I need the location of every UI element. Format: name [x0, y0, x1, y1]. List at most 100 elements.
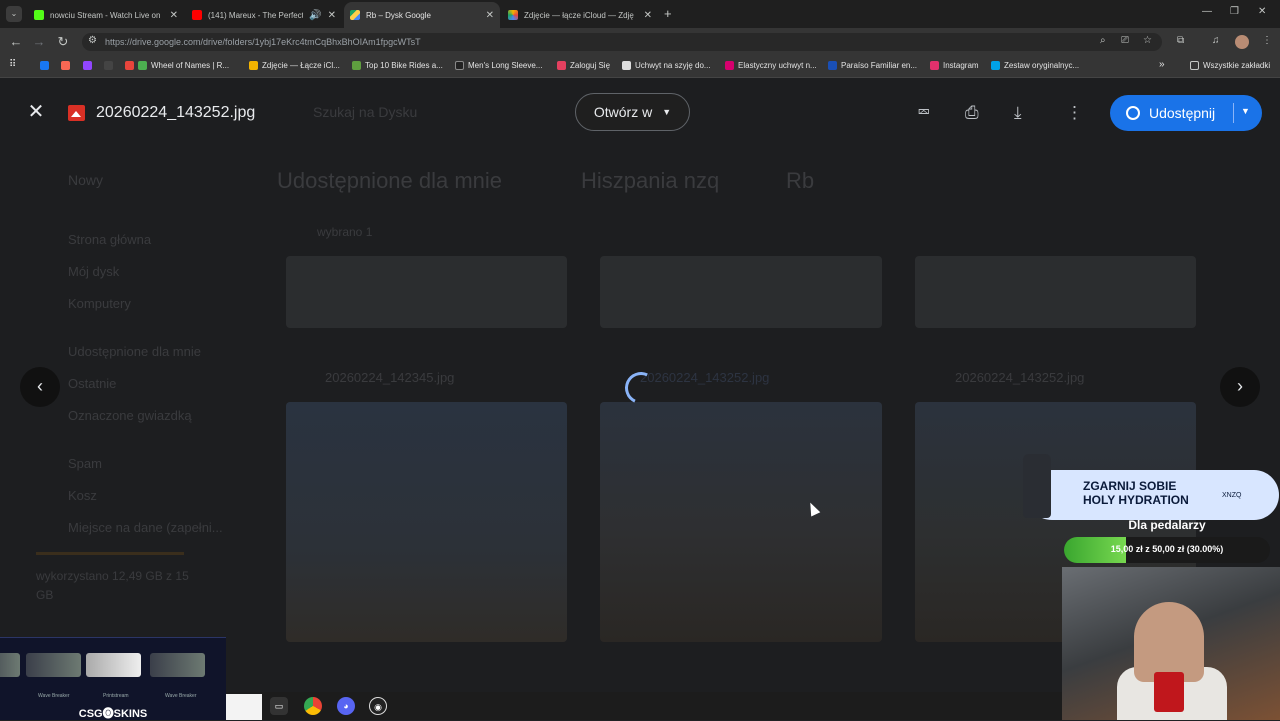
url-text[interactable]: https://drive.google.com/drive/folders/1…: [105, 37, 421, 47]
new-button-dim: Nowy: [68, 172, 104, 188]
restore-icon[interactable]: ❐: [1230, 6, 1239, 17]
forward-icon[interactable]: →: [31, 34, 47, 50]
facebook-icon: [40, 61, 49, 70]
obs-icon[interactable]: ◉: [369, 697, 387, 715]
bookmark-wheel-of-names[interactable]: Wheel of Names | R...: [125, 61, 229, 70]
bookmarks-overflow-icon[interactable]: »: [1159, 59, 1165, 70]
taskbar-search[interactable]: [226, 694, 262, 720]
bookmark-label: Wheel of Names | R...: [151, 61, 230, 70]
bookmark-instagram[interactable]: Instagram: [930, 61, 979, 70]
close-window-icon[interactable]: ✕: [1258, 6, 1266, 17]
download-icon[interactable]: ⤓: [1014, 103, 1022, 123]
chrome-icon[interactable]: [304, 697, 322, 715]
print-icon[interactable]: ⎙: [965, 103, 979, 123]
bookmark-icloud[interactable]: Zdjęcie — Łącze iCl...: [249, 61, 340, 70]
bookmark-label: Elastyczny uchwyt n...: [738, 61, 817, 70]
extensions-icon[interactable]: ⧉: [1177, 35, 1184, 46]
minimize-icon[interactable]: —: [1202, 6, 1212, 17]
thumbnail-dim: [600, 256, 882, 328]
bookmark-favicon: [557, 61, 566, 70]
close-icon[interactable]: ✕: [486, 10, 494, 21]
bookmark-favicon: [828, 61, 837, 70]
promo-title-2: HOLY HYDRATION: [1083, 493, 1189, 507]
share-label: Udostępnij: [1149, 105, 1216, 121]
caret-down-icon[interactable]: ▼: [1241, 106, 1250, 116]
close-icon[interactable]: ✕: [644, 10, 652, 21]
terminal-icon[interactable]: ▭: [270, 697, 288, 715]
breadcrumb-dim-3: Rb: [786, 168, 815, 193]
photo-thumbnail-dim: [600, 402, 882, 642]
bookmark-label: Wszystkie zakładki: [1203, 61, 1271, 70]
bookmark-facebook[interactable]: [40, 61, 49, 70]
csgo-skins-overlay: Wave Breaker Printstream Wave Breaker CS…: [0, 637, 226, 720]
tab-youtube[interactable]: (141) Mareux - The Perfect 🔊 ✕: [186, 2, 342, 28]
sidebar-dim-shared: Udostępnione dla mnie: [68, 344, 201, 359]
bookmark-zestaw[interactable]: Zestaw oryginalnyc...: [991, 61, 1079, 70]
cast-icon[interactable]: ⎚: [1121, 35, 1129, 46]
sidebar-dim-recent: Ostatnie: [68, 376, 117, 391]
youtube-icon: [192, 10, 202, 20]
more-actions-icon[interactable]: ⋮: [1066, 103, 1083, 123]
menu-kebab-icon[interactable]: ⋮: [1262, 35, 1272, 46]
viewer-filename: 20260224_143252.jpg: [96, 104, 256, 121]
bookmark-favicon: [125, 61, 134, 70]
tab-search-button[interactable]: ⌄: [6, 6, 22, 22]
bookmark-x[interactable]: [104, 61, 113, 70]
image-file-icon: [68, 105, 85, 121]
bookmark-label: Zdjęcie — Łącze iCl...: [262, 61, 340, 70]
reload-icon[interactable]: ↻: [55, 34, 71, 50]
sidebar-dim-home: Strona główna: [68, 232, 152, 247]
back-icon[interactable]: ←: [8, 34, 24, 50]
next-file-button[interactable]: ›: [1220, 367, 1260, 407]
selected-count-dim: wybrano 1: [317, 225, 373, 239]
close-icon[interactable]: ✕: [328, 10, 336, 21]
open-with-label: Otwórz w: [593, 104, 653, 120]
red-cup: [1154, 672, 1184, 712]
bookmark-zaloguj[interactable]: Zaloguj Się: [557, 61, 610, 70]
bookmark-star-icon[interactable]: ☆: [1143, 35, 1152, 46]
media-control-icon[interactable]: ♫: [1212, 35, 1220, 46]
move-to-folder-icon[interactable]: ⮹: [917, 103, 931, 123]
apps-grid-icon[interactable]: ⠿: [9, 59, 16, 70]
bookmark-favicon: [991, 61, 1000, 70]
gun-image: [86, 653, 141, 677]
previous-file-button[interactable]: ‹: [20, 367, 60, 407]
bookmark-favicon: [249, 61, 258, 70]
all-bookmarks[interactable]: Wszystkie zakładki: [1190, 61, 1270, 70]
bookmark-label: Top 10 Bike Rides a...: [365, 61, 443, 70]
webcam-feed: [1062, 567, 1280, 720]
open-with-button[interactable]: Otwórz w ▼: [575, 93, 690, 131]
tab-kick-stream[interactable]: nowciu Stream - Watch Live on ✕: [28, 2, 184, 28]
speaker-icon[interactable]: 🔊: [309, 10, 321, 21]
profile-avatar[interactable]: [1235, 35, 1249, 49]
new-tab-button[interactable]: +: [664, 6, 672, 21]
patreon-icon: [61, 61, 70, 70]
bookmark-patreon[interactable]: [61, 61, 70, 70]
site-info-icon[interactable]: ⚙: [88, 35, 97, 46]
bookmark-bike-rides[interactable]: Top 10 Bike Rides a...: [352, 61, 443, 70]
x-icon: [104, 61, 113, 70]
bookmark-label: Uchwyt na szyję do...: [635, 61, 711, 70]
bookmark-elastyczny[interactable]: Elastyczny uchwyt n...: [725, 61, 817, 70]
close-viewer-button[interactable]: ✕: [24, 100, 48, 124]
close-icon[interactable]: ✕: [170, 10, 178, 21]
zoom-icon[interactable]: ⌕: [1100, 35, 1106, 46]
bookmark-favicon: [138, 61, 147, 70]
tab-title: Zdjęcie — łącze iCloud — Zdję: [524, 10, 634, 20]
bookmark-paraiso[interactable]: Paraíso Familiar en...: [828, 61, 917, 70]
share-button[interactable]: Udostępnij ▼: [1110, 95, 1262, 131]
bookmark-mens-sleeve[interactable]: Men's Long Sleeve...: [455, 61, 542, 70]
sidebar-dim-spam: Spam: [68, 456, 102, 471]
discord-icon[interactable]: ◕: [337, 697, 355, 715]
bookmark-twitch[interactable]: [83, 61, 92, 70]
donation-goal-text: 15,00 zł z 50,00 zł (30.00%): [1110, 544, 1224, 554]
tab-icloud[interactable]: Zdjęcie — łącze iCloud — Zdję ✕: [502, 2, 658, 28]
shaker-bottle-image: [1023, 454, 1051, 518]
bookmark-favicon: [725, 61, 734, 70]
bookmark-uchwyt-szyje[interactable]: Uchwyt na szyję do...: [622, 61, 711, 70]
icloud-photos-icon: [508, 10, 518, 20]
bookmark-label: Instagram: [943, 61, 979, 70]
bookmark-label: Zaloguj Się: [570, 61, 611, 70]
tab-google-drive[interactable]: Rb – Dysk Google ✕: [344, 2, 500, 28]
donation-goal-title: Dla pedalarzy: [1128, 518, 1206, 532]
